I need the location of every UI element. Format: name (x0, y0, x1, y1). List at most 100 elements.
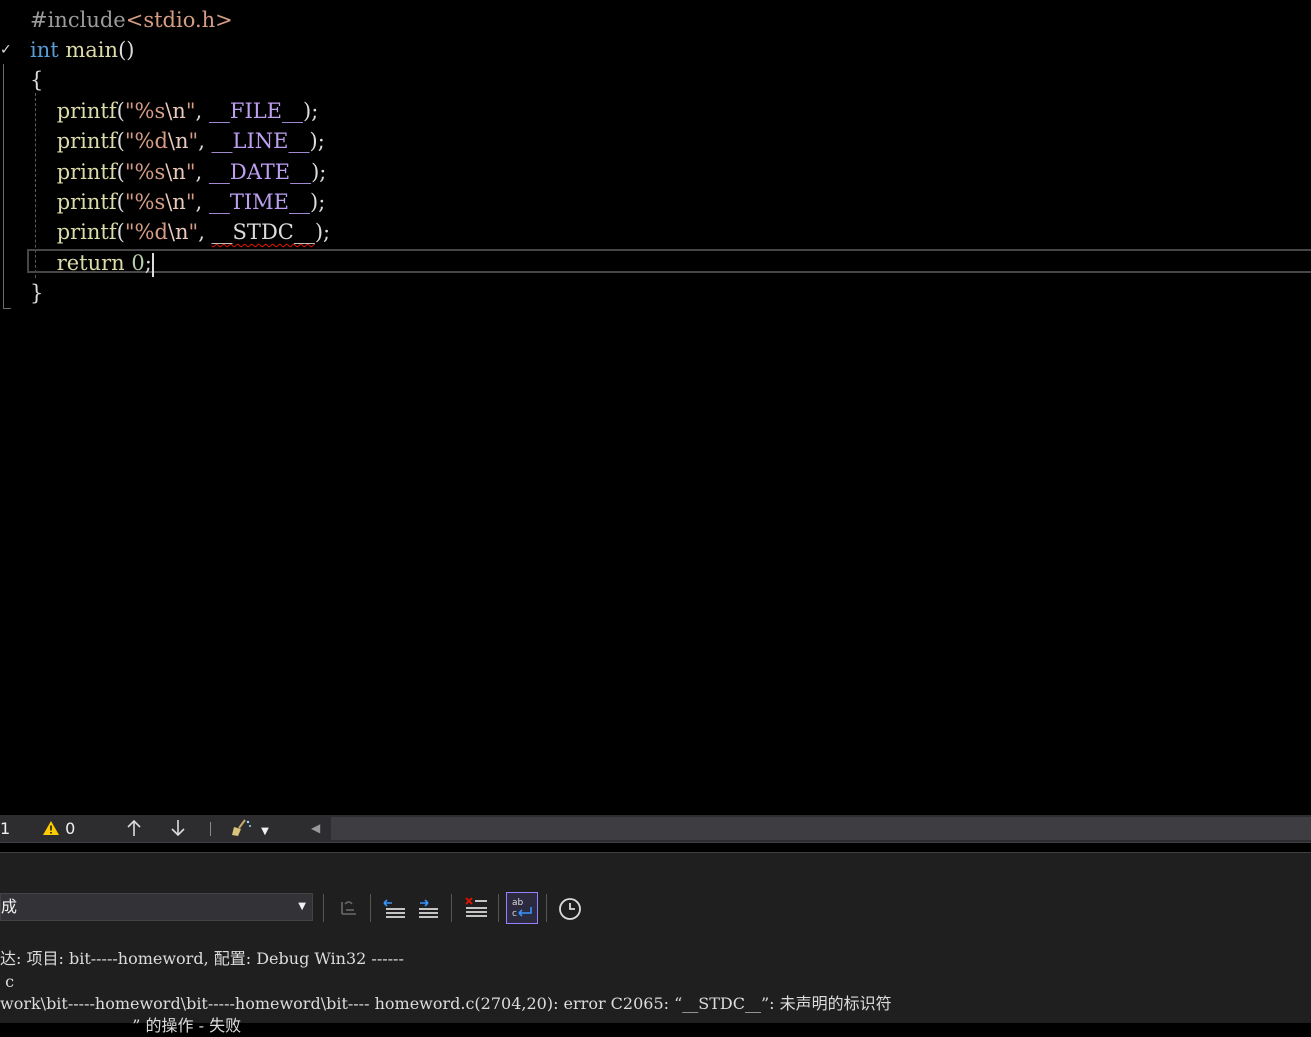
output-line[interactable]: work\bit-----homeword\bit-----homeword\b… (0, 993, 892, 1015)
code-token: printf (56, 220, 117, 244)
editor-status-strip: 1 0 ▼ ◀ (0, 815, 1311, 843)
clock-icon (559, 898, 581, 920)
horizontal-scrollbar[interactable] (331, 817, 1311, 840)
arrow-up-icon (127, 819, 141, 836)
output-line: ” 的操作 - 失败 (0, 1016, 242, 1035)
warning-count: 0 (65, 819, 76, 838)
code-token: "%d (124, 129, 168, 153)
chevron-down-icon[interactable]: ▼ (261, 826, 269, 837)
code-line[interactable]: printf("%s\n", __DATE__); (30, 157, 327, 187)
code-token: \n (167, 220, 189, 244)
code-token: printf (56, 160, 117, 184)
output-line: 达: 项目: bit-----homeword, 配置: Debug Win32… (0, 949, 404, 968)
code-token: \n (165, 160, 186, 184)
code-line[interactable]: printf("%s\n", __TIME__); (30, 187, 326, 217)
broom-icon (232, 819, 251, 836)
next-message-button[interactable] (412, 892, 444, 924)
warning-indicator[interactable]: 0 (42, 815, 75, 842)
word-wrap-icon: ab c (512, 898, 532, 919)
code-token: ( (116, 129, 125, 153)
code-token: ( (116, 190, 125, 214)
code-token: () (118, 38, 135, 62)
go-to-code-icon (341, 901, 356, 915)
code-token: \n (167, 129, 189, 153)
show-timestamps-button[interactable] (554, 892, 586, 924)
code-token: __LINE__ (211, 129, 310, 153)
code-token: "%s (124, 160, 166, 184)
text-caret (151, 252, 154, 277)
svg-text:c: c (512, 909, 517, 919)
current-line-highlight (27, 249, 1311, 273)
code-line[interactable]: { (30, 65, 43, 95)
separator (498, 894, 499, 922)
code-token: ); (309, 129, 325, 153)
code-editor[interactable]: ✓ #include<stdio.h> int main(){ printf("%… (0, 0, 1311, 815)
code-token: ( (116, 160, 125, 184)
code-token: ); (314, 220, 331, 244)
code-token: ); (311, 160, 327, 184)
outlining-bar (3, 64, 11, 309)
code-token: main (65, 38, 119, 62)
arrow-down-icon (171, 820, 185, 837)
clear-all-button[interactable] (460, 892, 492, 924)
code-token: " (188, 129, 199, 153)
separator (546, 894, 547, 922)
code-line[interactable]: return 0; (30, 248, 154, 278)
code-line[interactable]: printf("%d\n", __LINE__); (30, 126, 325, 156)
code-line[interactable]: int main() (30, 35, 134, 65)
find-message-in-code-button[interactable] (332, 892, 364, 924)
code-token: , (198, 220, 212, 244)
code-token: ( (116, 99, 125, 123)
code-token: \n (165, 190, 186, 214)
warning-icon (43, 821, 59, 835)
code-cleanup-button[interactable]: ▼ (230, 815, 269, 842)
code-token: __DATE__ (208, 160, 312, 184)
chevron-down-icon: ▼ (298, 901, 306, 912)
code-token: __STDC__ (211, 220, 315, 244)
code-token: ); (303, 99, 319, 123)
code-token: , (198, 129, 212, 153)
collapse-check-icon[interactable]: ✓ (0, 40, 12, 60)
scroll-left-icon[interactable]: ◀ (311, 815, 320, 842)
code-token: "%s (124, 99, 166, 123)
code-token: } (30, 281, 44, 305)
previous-issue-button[interactable] (126, 815, 142, 842)
code-token: ( (116, 220, 125, 244)
toggle-word-wrap-button[interactable]: ab c (506, 892, 538, 924)
code-line[interactable]: printf("%d\n", __STDC__); (30, 217, 330, 247)
code-token: __TIME__ (208, 190, 311, 214)
code-token: " (185, 160, 196, 184)
separator (370, 894, 371, 922)
separator (451, 894, 452, 922)
clear-all-icon (465, 897, 487, 917)
code-token: , (195, 99, 209, 123)
code-token: #include (30, 8, 126, 32)
code-token: printf (56, 129, 117, 153)
code-token: return (56, 251, 125, 275)
output-line: c (0, 972, 15, 991)
code-token: "%d (124, 220, 168, 244)
code-token: __FILE__ (208, 99, 304, 123)
code-token: , (195, 160, 209, 184)
output-source-select[interactable]: 成 ▼ (0, 893, 313, 921)
next-issue-button[interactable] (170, 815, 186, 842)
code-token: , (195, 190, 209, 214)
separator (323, 894, 324, 922)
code-line[interactable]: #include<stdio.h> (30, 5, 233, 35)
code-token: \n (165, 99, 186, 123)
code-line[interactable]: } (30, 278, 43, 308)
error-count[interactable]: 1 (0, 815, 10, 842)
code-token: 0 (131, 251, 145, 275)
svg-text:ab: ab (512, 898, 524, 908)
previous-message-button[interactable] (379, 892, 411, 924)
code-token: " (185, 190, 196, 214)
code-token: ; (144, 251, 152, 275)
code-line[interactable]: printf("%s\n", __FILE__); (30, 96, 319, 126)
code-token: <stdio.h> (125, 8, 233, 32)
